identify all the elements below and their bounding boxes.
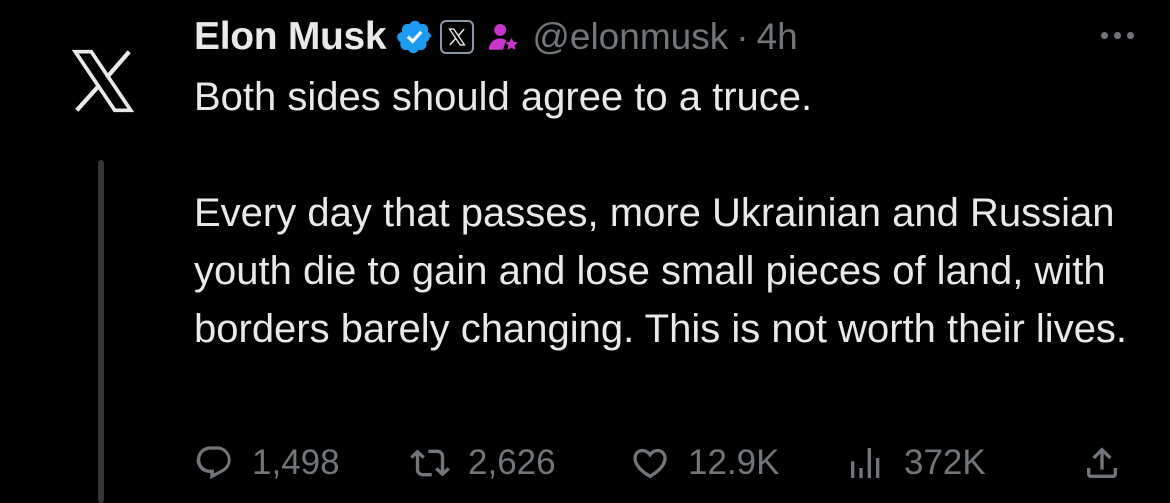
views-count: 372K [904,443,986,482]
author-handle[interactable]: @elonmusk [532,16,728,58]
more-dot-icon [1126,31,1134,39]
x-logo-icon [71,49,135,113]
repost-icon [410,449,450,477]
separator-dot: · [736,16,749,57]
more-dot-icon [1100,31,1108,39]
repost-count: 2,626 [468,443,556,482]
thread-connector-line [98,160,104,503]
more-dot-icon [1113,31,1121,39]
x-affiliation-icon[interactable] [440,20,475,54]
tweet-header: Elon Musk @elonmusk · 4h [194,14,798,60]
heart-icon [633,448,667,479]
tweet-actions-bar: 1,498 2,626 12.9K 372K [194,440,1134,486]
analytics-bars-icon [851,448,880,478]
timestamp[interactable]: 4h [757,16,798,58]
like-count: 12.9K [688,443,780,482]
more-options-button[interactable] [1092,18,1142,52]
share-button[interactable] [1082,440,1122,486]
repost-button[interactable]: 2,626 [410,440,556,486]
verified-badge-icon[interactable] [396,18,434,56]
avatar[interactable] [66,44,140,118]
author-name[interactable]: Elon Musk [194,15,387,59]
reply-button[interactable]: 1,498 [194,440,340,486]
tweet-paragraph: Every day that passes, more Ukrainian an… [194,191,1128,351]
tweet-paragraph: Both sides should agree to a truce. [194,75,813,119]
views-button[interactable]: 372K [846,440,986,486]
share-icon [1087,447,1117,478]
like-button[interactable]: 12.9K [630,440,779,486]
creator-icon[interactable] [486,20,520,54]
tweet-text: Both sides should agree to a truce. Ever… [194,68,1144,358]
reply-icon [196,446,231,480]
reply-count: 1,498 [252,443,340,482]
